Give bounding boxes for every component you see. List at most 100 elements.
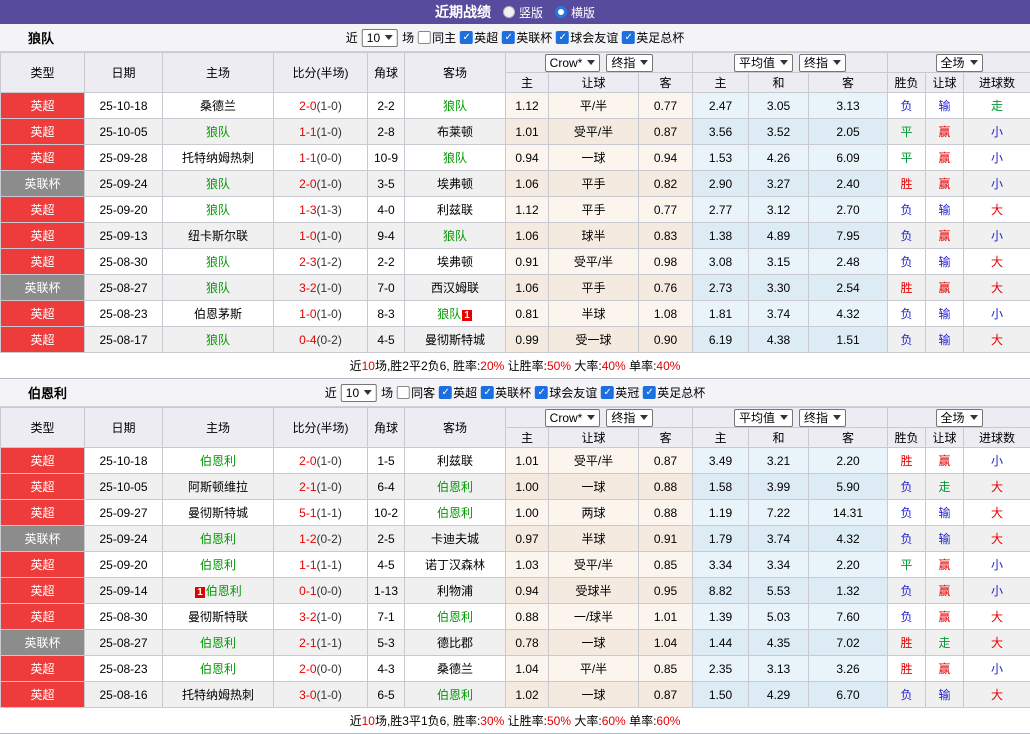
home-team-link[interactable]: 狼队 <box>206 125 230 139</box>
crow-away-odds: 0.77 <box>639 197 693 223</box>
checkbox-checked-icon[interactable]: ✓ <box>643 386 656 399</box>
fulltime-score: 5-1 <box>299 506 316 520</box>
home-team-link[interactable]: 伯恩利 <box>200 558 236 572</box>
same-venue-checkbox[interactable]: 同客 <box>397 384 435 401</box>
home-team-link[interactable]: 伯恩茅斯 <box>194 307 242 321</box>
odds-time-select[interactable]: 终指 <box>606 409 653 427</box>
away-team-link[interactable]: 埃弗顿 <box>437 255 473 269</box>
checkbox-checked-icon[interactable]: ✓ <box>481 386 494 399</box>
league-filter-1[interactable]: ✓英联杯 <box>502 29 552 46</box>
away-team-link[interactable]: 布莱顿 <box>437 125 473 139</box>
away-team-link[interactable]: 狼队 <box>443 229 467 243</box>
match-count-select[interactable]: 10 <box>341 384 377 402</box>
layout-option-horizontal[interactable]: 横版 <box>555 4 595 21</box>
away-team-link[interactable]: 德比郡 <box>437 636 473 650</box>
checkbox-checked-icon[interactable]: ✓ <box>601 386 614 399</box>
period-select[interactable]: 全场 <box>936 54 983 72</box>
competition-badge: 英超 <box>1 474 85 500</box>
away-team-link[interactable]: 狼队 <box>443 99 467 113</box>
league-filter-0[interactable]: ✓英超 <box>439 384 477 401</box>
home-team-link[interactable]: 狼队 <box>206 333 230 347</box>
home-team-link[interactable]: 曼彻斯特城 <box>188 506 248 520</box>
away-team-link[interactable]: 西汉姆联 <box>431 281 479 295</box>
home-team-link[interactable]: 狼队 <box>206 177 230 191</box>
avg-away-odds: 2.20 <box>809 552 888 578</box>
avg-home-odds: 2.47 <box>693 93 749 119</box>
away-team-link[interactable]: 伯恩利 <box>437 610 473 624</box>
home-team-link[interactable]: 托特纳姆热刺 <box>182 151 254 165</box>
avg-draw-odds: 3.21 <box>749 448 809 474</box>
sub-header-5: 客 <box>809 73 888 93</box>
home-team-link[interactable]: 曼彻斯特联 <box>188 610 248 624</box>
checkbox-checked-icon[interactable]: ✓ <box>460 31 473 44</box>
home-team-link[interactable]: 狼队 <box>206 281 230 295</box>
away-team-link[interactable]: 诺丁汉森林 <box>425 558 485 572</box>
away-team-link[interactable]: 伯恩利 <box>437 480 473 494</box>
chevron-down-icon <box>364 390 372 395</box>
league-filter-2[interactable]: ✓球会友谊 <box>535 384 597 401</box>
away-team-name: 利兹联 <box>437 454 473 468</box>
away-team-link[interactable]: 桑德兰 <box>437 662 473 676</box>
crow-away-odds: 0.95 <box>639 578 693 604</box>
home-team-link[interactable]: 狼队 <box>206 203 230 217</box>
same-venue-checkbox[interactable]: 同主 <box>418 29 456 46</box>
avg-time-select[interactable]: 终指 <box>799 409 846 427</box>
home-team-link[interactable]: 桑德兰 <box>200 99 236 113</box>
result-outcome: 胜 <box>888 275 926 301</box>
filter-near-label: 近 <box>325 384 337 401</box>
away-team-link[interactable]: 埃弗顿 <box>437 177 473 191</box>
match-date: 25-09-27 <box>85 500 163 526</box>
home-team-link[interactable]: 伯恩利 <box>200 532 236 546</box>
radio-icon[interactable] <box>503 6 515 18</box>
league-filter-0[interactable]: ✓英超 <box>460 29 498 46</box>
away-team-link[interactable]: 狼队 <box>443 151 467 165</box>
checkbox-checked-icon[interactable]: ✓ <box>556 31 569 44</box>
away-team-link[interactable]: 卡迪夫城 <box>431 532 479 546</box>
score-cell: 2-0(1-0) <box>274 93 368 119</box>
result-outcome: 胜 <box>888 448 926 474</box>
sections-container: 狼队近10场同主✓英超✓英联杯✓球会友谊✓英足总杯类型日期主场比分(半场)角球客… <box>0 24 1030 734</box>
home-team-link[interactable]: 1伯恩利 <box>194 584 242 598</box>
radio-selected-icon[interactable] <box>555 6 567 18</box>
checkbox-icon[interactable] <box>397 386 410 399</box>
checkbox-checked-icon[interactable]: ✓ <box>439 386 452 399</box>
away-team-link[interactable]: 利兹联 <box>437 454 473 468</box>
result-goals: 大 <box>964 630 1030 656</box>
checkbox-checked-icon[interactable]: ✓ <box>535 386 548 399</box>
odds-time-select[interactable]: 终指 <box>606 54 653 72</box>
layout-option-vertical[interactable]: 竖版 <box>503 4 543 21</box>
away-team-link[interactable]: 狼队1 <box>437 307 473 321</box>
home-team-link[interactable]: 纽卡斯尔联 <box>188 229 248 243</box>
results-table-1: 类型日期主场比分(半场)角球客场Crow*终指平均值终指全场主让球客主和客胜负让… <box>0 407 1030 708</box>
away-team-link[interactable]: 曼彻斯特城 <box>425 333 485 347</box>
away-team-link[interactable]: 利物浦 <box>437 584 473 598</box>
home-team-link[interactable]: 阿斯顿维拉 <box>188 480 248 494</box>
checkbox-checked-icon[interactable]: ✓ <box>622 31 635 44</box>
home-team-link[interactable]: 托特纳姆热刺 <box>182 688 254 702</box>
league-filter-1[interactable]: ✓英联杯 <box>481 384 531 401</box>
checkbox-icon[interactable] <box>418 31 431 44</box>
avg-select[interactable]: 平均值 <box>734 54 793 72</box>
avg-time-select[interactable]: 终指 <box>799 54 846 72</box>
league-filter-2[interactable]: ✓球会友谊 <box>556 29 618 46</box>
bookmaker-select[interactable]: Crow* <box>545 409 601 427</box>
home-team-link[interactable]: 伯恩利 <box>200 454 236 468</box>
period-select-value: 全场 <box>941 409 965 426</box>
away-team-link[interactable]: 伯恩利 <box>437 506 473 520</box>
bookmaker-select[interactable]: Crow* <box>545 54 601 72</box>
league-filter-3[interactable]: ✓英足总杯 <box>622 29 684 46</box>
league-filter-4[interactable]: ✓英足总杯 <box>643 384 705 401</box>
period-select[interactable]: 全场 <box>936 409 983 427</box>
away-team-link[interactable]: 利兹联 <box>437 203 473 217</box>
away-team-link[interactable]: 伯恩利 <box>437 688 473 702</box>
home-team-link[interactable]: 狼队 <box>206 255 230 269</box>
match-count-select[interactable]: 10 <box>362 29 398 47</box>
result-goals: 走 <box>964 93 1030 119</box>
league-filter-3[interactable]: ✓英冠 <box>601 384 639 401</box>
avg-select[interactable]: 平均值 <box>734 409 793 427</box>
home-team-link[interactable]: 伯恩利 <box>200 662 236 676</box>
home-team-link[interactable]: 伯恩利 <box>200 636 236 650</box>
period-select-value: 全场 <box>941 54 965 71</box>
checkbox-checked-icon[interactable]: ✓ <box>502 31 515 44</box>
home-team-cell: 伯恩利 <box>163 448 274 474</box>
